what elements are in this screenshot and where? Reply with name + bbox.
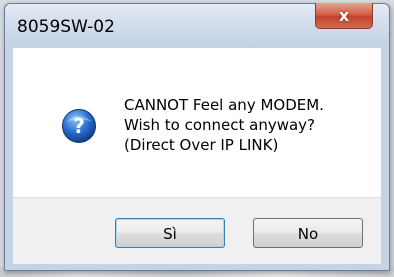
close-icon: x: [338, 6, 350, 25]
title-bar[interactable]: 8059SW-02 x: [5, 3, 389, 48]
dialog-window: 8059SW-02 x ? CANNOT Feel any MODEM. Wis…: [4, 3, 390, 271]
message-text: CANNOT Feel any MODEM. Wish to connect a…: [124, 95, 324, 155]
message-area: ? CANNOT Feel any MODEM. Wish to connect…: [13, 48, 381, 197]
svg-text:?: ?: [73, 114, 85, 138]
message-line-3: (Direct Over IP LINK): [124, 136, 279, 154]
yes-button[interactable]: Sì: [115, 218, 225, 248]
button-bar: Sì No: [13, 197, 381, 264]
message-line-1: CANNOT Feel any MODEM.: [124, 96, 324, 114]
no-button[interactable]: No: [253, 218, 363, 248]
window-title: 8059SW-02: [17, 17, 115, 37]
message-line-2: Wish to connect anyway?: [124, 116, 316, 134]
close-button[interactable]: x: [315, 3, 373, 29]
question-icon: ?: [62, 109, 96, 143]
